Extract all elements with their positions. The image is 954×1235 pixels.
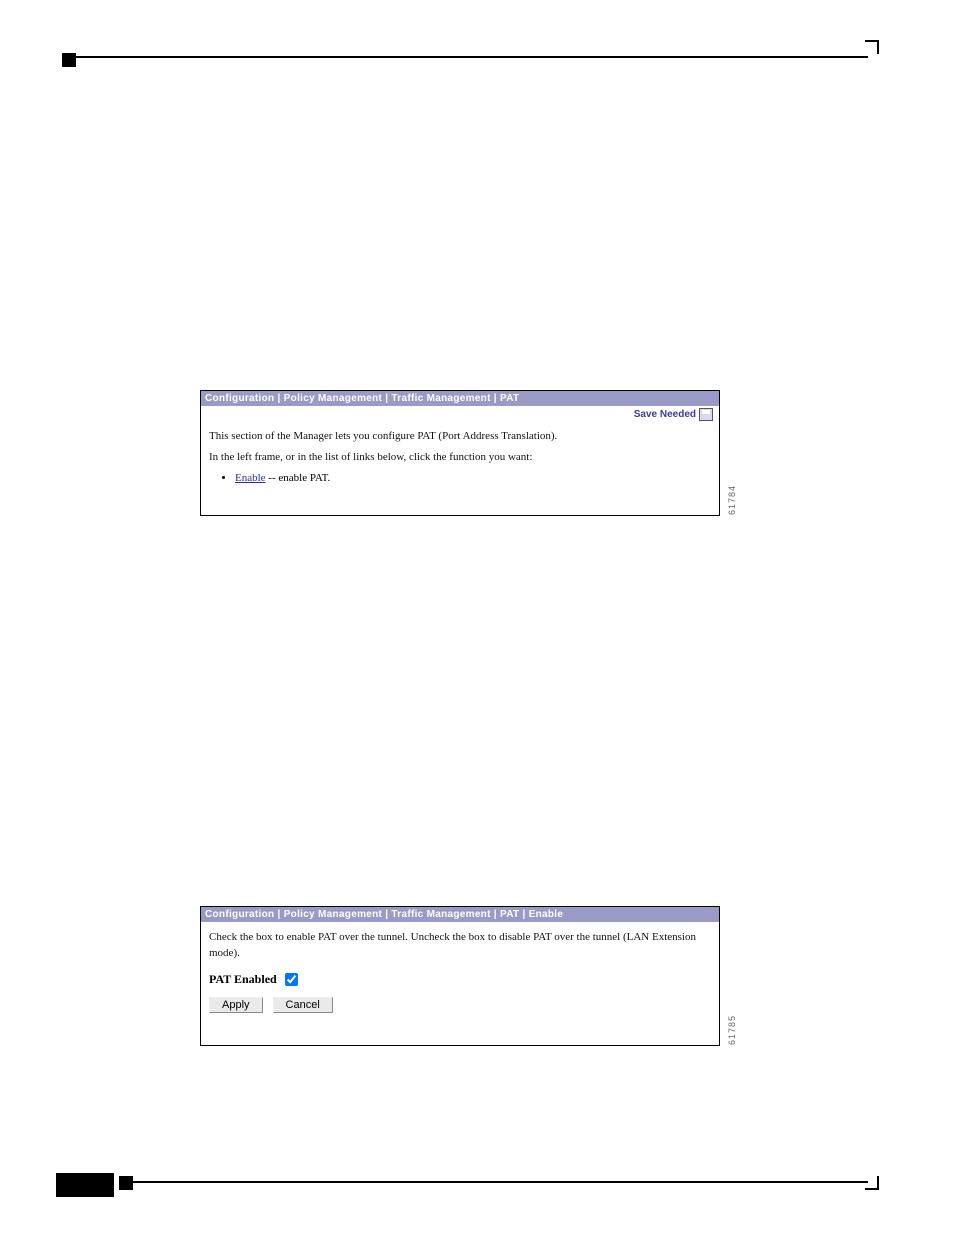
save-needed-link[interactable]: Save Needed — [634, 409, 696, 420]
crop-mark-top-right — [865, 40, 879, 54]
save-row: Save Needed — [201, 406, 719, 423]
figure-id-label: 61784 — [727, 485, 737, 515]
pat-enabled-label: PAT Enabled — [201, 972, 277, 986]
pat-overview-panel: Configuration | Policy Management | Traf… — [200, 390, 720, 516]
pat-enable-panel: Configuration | Policy Management | Traf… — [200, 906, 720, 1046]
enable-link[interactable]: Enable — [235, 472, 266, 484]
list-item: Enable -- enable PAT. — [235, 472, 719, 484]
function-list: Enable -- enable PAT. — [201, 472, 719, 484]
checkbox-row: PAT Enabled — [201, 970, 719, 989]
apply-button[interactable]: Apply — [209, 997, 263, 1013]
breadcrumb: Configuration | Policy Management | Traf… — [201, 907, 719, 922]
footer-block — [56, 1173, 114, 1197]
intro-text-2: In the left frame, or in the list of lin… — [201, 444, 719, 465]
footer-square-icon — [119, 1176, 133, 1190]
button-row: Apply Cancel — [201, 989, 719, 1019]
enable-link-desc: -- enable PAT. — [266, 472, 331, 484]
enable-help-text: Check the box to enable PAT over the tun… — [201, 922, 719, 970]
crop-mark-bottom-right — [865, 1176, 879, 1190]
intro-text-1: This section of the Manager lets you con… — [201, 423, 719, 444]
breadcrumb: Configuration | Policy Management | Traf… — [201, 391, 719, 406]
header-rule — [76, 56, 868, 58]
cancel-button[interactable]: Cancel — [273, 997, 333, 1013]
floppy-disk-icon[interactable] — [699, 408, 713, 421]
footer-rule — [133, 1181, 868, 1183]
figure-id-label: 61785 — [727, 1015, 737, 1045]
pat-enabled-checkbox[interactable] — [285, 973, 298, 986]
header-square-icon — [62, 53, 76, 67]
